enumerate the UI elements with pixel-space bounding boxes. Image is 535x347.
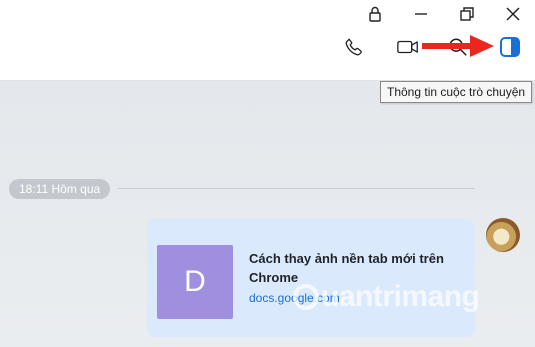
red-arrow-annotation [422,35,494,57]
minimize-icon[interactable] [406,2,436,26]
link-preview-message[interactable]: D Cách thay ảnh nền tab mới trên Chrome … [147,219,475,337]
link-thumbnail: D [157,245,233,319]
conversation-info-tooltip: Thông tin cuộc trò chuyện [380,81,533,103]
phone-icon [345,38,362,56]
video-call-button[interactable] [393,32,423,62]
time-divider-line [118,188,475,189]
avatar[interactable] [486,218,520,252]
call-button[interactable] [339,32,369,62]
title-bar [0,0,535,81]
restore-icon[interactable] [452,2,482,26]
link-title[interactable]: Cách thay ảnh nền tab mới trên Chrome [249,249,464,287]
conversation-info-button[interactable] [495,32,525,62]
time-divider: 18:11 Hôm qua [9,179,111,199]
link-domain[interactable]: docs.google.com [249,291,340,305]
sidebar-panel-icon [500,37,520,57]
video-camera-icon [397,40,418,54]
close-icon[interactable] [498,2,528,26]
lock-icon[interactable] [360,2,390,26]
